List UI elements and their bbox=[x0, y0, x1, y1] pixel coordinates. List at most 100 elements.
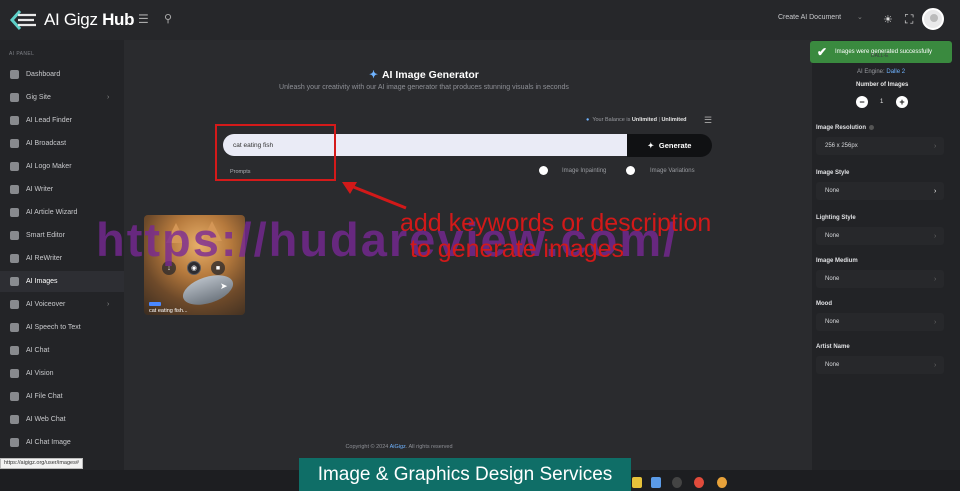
sidebar-item-label: Gig Site bbox=[26, 94, 51, 101]
field-select[interactable]: None › bbox=[816, 270, 944, 288]
chevron-right-icon: › bbox=[934, 232, 937, 240]
field-label: Image Medium bbox=[816, 258, 858, 264]
sidebar-item-icon bbox=[10, 254, 19, 263]
variations-label: Image Variations bbox=[650, 168, 695, 174]
inpainting-label: Image Inpainting bbox=[562, 168, 607, 174]
create-document-dropdown[interactable]: Create AI Document bbox=[778, 14, 841, 21]
app-icon[interactable] bbox=[672, 477, 682, 488]
sidebar-item[interactable]: AI Speech to Text bbox=[0, 317, 124, 338]
sidebar-item-icon bbox=[10, 346, 19, 355]
sidebar-item[interactable]: Gig Site › bbox=[0, 87, 124, 108]
success-toast[interactable]: ✔ Images were generated successfully bbox=[810, 41, 952, 63]
sidebar-item[interactable]: AI Logo Maker bbox=[0, 156, 124, 177]
sidebar-item[interactable]: AI Vision bbox=[0, 363, 124, 384]
theme-toggle-icon[interactable]: ☀ bbox=[883, 13, 893, 26]
chevron-right-icon: › bbox=[934, 361, 937, 369]
chevron-right-icon: › bbox=[107, 94, 110, 101]
sidebar-item-icon bbox=[10, 369, 19, 378]
highlight-box bbox=[215, 124, 336, 181]
sidebar-item-icon bbox=[10, 162, 19, 171]
sidebar-item-label: AI Logo Maker bbox=[26, 163, 72, 170]
logo-text: AI Gigz Hub bbox=[44, 10, 135, 29]
annotation-line: to generate images bbox=[410, 235, 625, 263]
chevron-right-icon: › bbox=[934, 275, 937, 283]
sidebar-item-label: Dashboard bbox=[26, 71, 61, 78]
generate-button[interactable]: ✦ Generate bbox=[627, 134, 712, 157]
field-select[interactable]: None › bbox=[816, 313, 944, 331]
sidebar-item-icon bbox=[10, 93, 19, 102]
field-label: Mood bbox=[816, 301, 832, 307]
sidebar-item-icon bbox=[10, 438, 19, 447]
sidebar-item-label: AI Article Wizard bbox=[26, 209, 78, 216]
decrement-button[interactable]: − bbox=[856, 96, 868, 108]
sidebar-item-label: AI Web Chat bbox=[26, 416, 66, 423]
sidebar-item[interactable]: AI File Chat bbox=[0, 386, 124, 407]
annotation-text: add keywords or description to generate … bbox=[400, 210, 820, 262]
field-value: None bbox=[825, 233, 840, 239]
engine-info: AI Engine: Dalle 2 bbox=[857, 69, 906, 75]
sidebar-item[interactable]: AI Images bbox=[0, 271, 124, 292]
sidebar-item-icon bbox=[10, 208, 19, 217]
top-bar: AI Gigz Hub ☰ ⚲ Create AI Document ⌄ ☀ ⛶ bbox=[0, 0, 960, 40]
chrome-canary-icon[interactable] bbox=[717, 477, 727, 488]
sidebar-item[interactable]: AI Writer bbox=[0, 179, 124, 200]
sidebar-item-icon bbox=[10, 185, 19, 194]
settings-sliders-icon[interactable]: ☰ bbox=[704, 115, 712, 126]
chevron-right-icon: › bbox=[934, 318, 937, 326]
sidebar-item-label: AI Voiceover bbox=[26, 301, 66, 308]
chevron-right-icon: › bbox=[107, 301, 110, 308]
inpainting-radio[interactable] bbox=[539, 166, 548, 175]
field-select[interactable]: None › bbox=[816, 182, 944, 200]
fullscreen-icon[interactable]: ⛶ bbox=[905, 12, 913, 27]
sidebar-item-icon bbox=[10, 116, 19, 125]
image-tag bbox=[149, 302, 161, 306]
sidebar-item-icon bbox=[10, 323, 19, 332]
field-value: None bbox=[825, 188, 840, 194]
search-icon[interactable]: ⚲ bbox=[164, 12, 176, 26]
increment-button[interactable]: + bbox=[896, 96, 908, 108]
chevron-right-icon: › bbox=[934, 187, 937, 195]
sidebar-item-icon bbox=[10, 415, 19, 424]
sidebar-item[interactable]: Dashboard bbox=[0, 64, 124, 85]
logo-icon bbox=[9, 10, 36, 30]
balance-info: ● Your Balance is Unlimited | Unlimited bbox=[586, 117, 687, 123]
sidebar-item[interactable]: AI Lead Finder bbox=[0, 110, 124, 131]
balance-icon: ● bbox=[586, 117, 590, 123]
cursor-icon: ➤ bbox=[220, 281, 228, 291]
promo-banner: Image & Graphics Design Services bbox=[299, 458, 631, 491]
sidebar-item-icon bbox=[10, 70, 19, 79]
magic-wand-icon: ✦ bbox=[369, 69, 378, 81]
sidebar-heading: AI PANEL bbox=[9, 51, 35, 57]
sidebar-item-label: AI Writer bbox=[26, 186, 54, 193]
sidebar-item-label: Smart Editor bbox=[26, 232, 65, 239]
field-value: None bbox=[825, 362, 840, 368]
sidebar-item-label: AI Broadcast bbox=[26, 140, 67, 147]
info-icon[interactable] bbox=[869, 125, 875, 130]
field-select[interactable]: None › bbox=[816, 356, 944, 374]
sidebar-item[interactable]: AI Voiceover › bbox=[0, 294, 124, 315]
field-label: Lighting Style bbox=[816, 215, 856, 221]
logo[interactable]: AI Gigz Hub bbox=[8, 8, 135, 32]
notes-icon[interactable] bbox=[651, 477, 661, 488]
sidebar-item[interactable]: AI Chat Image bbox=[0, 432, 124, 453]
chevron-down-icon[interactable]: ⌄ bbox=[857, 13, 863, 21]
file-explorer-icon[interactable] bbox=[632, 477, 642, 488]
annotation-line: add keywords or description bbox=[400, 209, 712, 237]
variations-radio[interactable] bbox=[626, 166, 635, 175]
arrow-icon bbox=[342, 182, 407, 210]
footer: Copyright © 2024 AiGigz. All rights rese… bbox=[345, 444, 453, 450]
menu-icon[interactable]: ☰ bbox=[138, 13, 150, 25]
sidebar-item-label: AI Chat bbox=[26, 347, 50, 354]
field-label: Artist Name bbox=[816, 344, 850, 350]
sidebar-item[interactable]: AI Chat bbox=[0, 340, 124, 361]
field-select[interactable]: None › bbox=[816, 227, 944, 245]
sidebar-item[interactable]: AI Broadcast bbox=[0, 133, 124, 154]
magic-wand-icon: ✦ bbox=[647, 141, 654, 150]
sidebar-item[interactable]: AI Web Chat bbox=[0, 409, 124, 430]
chrome-icon[interactable] bbox=[694, 477, 704, 488]
number-of-images-value[interactable]: 1 bbox=[880, 99, 883, 105]
sidebar-item-label: AI Lead Finder bbox=[26, 117, 72, 124]
avatar[interactable] bbox=[922, 8, 944, 30]
main-content: ✦ AI Image Generator Unleash your creativ… bbox=[96, 40, 812, 470]
field-select[interactable]: 256 x 256px › bbox=[816, 137, 944, 155]
